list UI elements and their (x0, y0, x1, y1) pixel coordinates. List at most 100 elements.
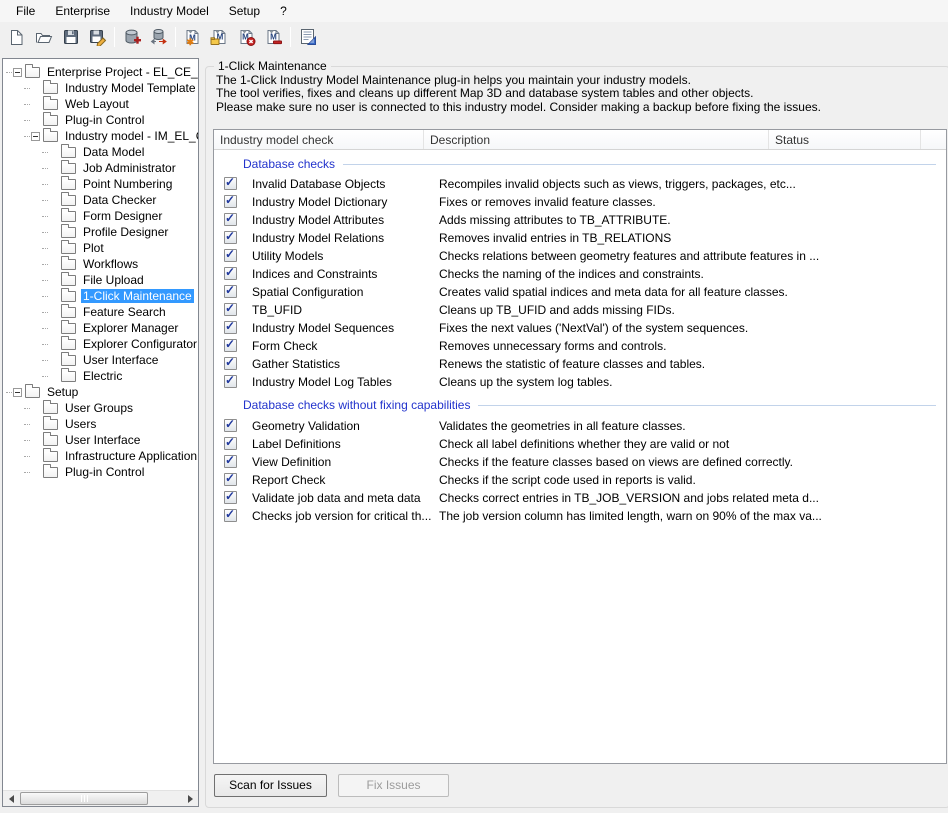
row-checkbox[interactable]: ✓ (224, 491, 237, 504)
column-header-description[interactable]: Description (424, 130, 769, 149)
tree-item[interactable]: User Interface (3, 432, 198, 448)
tree-item[interactable]: 1-Click Maintenance (3, 288, 198, 304)
group-divider-line (478, 405, 936, 406)
table-row[interactable]: ✓ Report Check Checks if the script code… (214, 471, 946, 489)
tree-item[interactable]: Form Designer (3, 208, 198, 224)
scroll-right-icon[interactable] (182, 791, 198, 806)
check-icon: ✓ (225, 417, 235, 431)
folder-icon (61, 355, 76, 366)
tree-item[interactable]: User Groups (3, 400, 198, 416)
tree-item[interactable]: Plug-in Control (3, 112, 198, 128)
row-checkbox[interactable]: ✓ (224, 249, 237, 262)
folder-icon (61, 179, 76, 190)
row-checkbox[interactable]: ✓ (224, 267, 237, 280)
menu-file[interactable]: File (6, 1, 45, 21)
table-row[interactable]: ✓ Utility Models Checks relations betwee… (214, 247, 946, 265)
folder-icon (61, 195, 76, 206)
tree-item[interactable]: Industry model - IM_EL_CE_ (3, 128, 198, 144)
industry-model-open-icon[interactable]: M (207, 25, 232, 50)
table-row[interactable]: ✓ Checks job version for critical th... … (214, 507, 946, 525)
tree-item[interactable]: Data Model (3, 144, 198, 160)
row-checkbox[interactable]: ✓ (224, 195, 237, 208)
scrollbar-thumb[interactable] (20, 792, 148, 805)
tree-item[interactable]: Plug-in Control (3, 464, 198, 480)
save-edit-icon[interactable] (85, 25, 110, 50)
tree-item[interactable]: Users (3, 416, 198, 432)
collapse-icon[interactable] (13, 68, 22, 77)
tree-item[interactable]: Explorer Manager (3, 320, 198, 336)
database-transfer-icon[interactable] (146, 25, 171, 50)
tree-item[interactable]: Infrastructure Application Ext (3, 448, 198, 464)
tree-item[interactable]: Electric (3, 368, 198, 384)
table-row[interactable]: ✓ Industry Model Sequences Fixes the nex… (214, 319, 946, 337)
menu-industry-model[interactable]: Industry Model (120, 1, 219, 21)
tree-item[interactable]: Profile Designer (3, 224, 198, 240)
column-header-check[interactable]: Industry model check (214, 130, 424, 149)
column-header-status[interactable]: Status (769, 130, 921, 149)
row-checkbox[interactable]: ✓ (224, 285, 237, 298)
row-checkbox[interactable]: ✓ (224, 339, 237, 352)
description-line: The tool verifies, fixes and cleans up d… (216, 87, 821, 100)
tree-horizontal-scrollbar[interactable] (3, 790, 198, 806)
row-checkbox[interactable]: ✓ (224, 375, 237, 388)
collapse-icon[interactable] (13, 388, 22, 397)
scroll-left-icon[interactable] (3, 791, 19, 806)
tree-item[interactable]: Enterprise Project - EL_CE_JOB (3, 64, 198, 80)
table-row[interactable]: ✓ Indices and Constraints Checks the nam… (214, 265, 946, 283)
table-row[interactable]: ✓ Geometry Validation Validates the geom… (214, 417, 946, 435)
table-row[interactable]: ✓ Form Check Removes unnecessary forms a… (214, 337, 946, 355)
menu-enterprise[interactable]: Enterprise (45, 1, 120, 21)
check-icon: ✓ (225, 355, 235, 369)
collapse-icon[interactable] (31, 132, 40, 141)
tree-item[interactable]: Data Checker (3, 192, 198, 208)
scan-for-issues-button[interactable]: Scan for Issues (214, 774, 327, 797)
tree-item[interactable]: User Interface (3, 352, 198, 368)
database-add-icon[interactable] (119, 25, 144, 50)
tree-item[interactable]: Explorer Configurator (3, 336, 198, 352)
report-icon[interactable] (295, 25, 320, 50)
row-checkbox[interactable]: ✓ (224, 473, 237, 486)
table-row[interactable]: ✓ Industry Model Relations Removes inval… (214, 229, 946, 247)
industry-model-remove-icon[interactable]: M (261, 25, 286, 50)
table-row[interactable]: ✓ View Definition Checks if the feature … (214, 453, 946, 471)
row-checkbox[interactable]: ✓ (224, 231, 237, 244)
menu-setup[interactable]: Setup (219, 1, 270, 21)
tree-item[interactable]: Job Administrator (3, 160, 198, 176)
row-checkbox[interactable]: ✓ (224, 177, 237, 190)
row-checkbox[interactable]: ✓ (224, 303, 237, 316)
table-row[interactable]: ✓ Label Definitions Check all label defi… (214, 435, 946, 453)
row-checkbox[interactable]: ✓ (224, 455, 237, 468)
tree-item[interactable]: File Upload (3, 272, 198, 288)
table-row[interactable]: ✓ Invalid Database Objects Recompiles in… (214, 175, 946, 193)
industry-model-create-icon[interactable]: M✱ (180, 25, 205, 50)
row-checkbox[interactable]: ✓ (224, 213, 237, 226)
table-row[interactable]: ✓ Industry Model Dictionary Fixes or rem… (214, 193, 946, 211)
tree-item[interactable]: Point Numbering (3, 176, 198, 192)
new-document-icon[interactable] (4, 25, 29, 50)
group-header-database-checks: Database checks (243, 156, 936, 172)
table-row[interactable]: ✓ Validate job data and meta data Checks… (214, 489, 946, 507)
tree-item[interactable]: Feature Search (3, 304, 198, 320)
tree-item[interactable]: Web Layout (3, 96, 198, 112)
check-icon: ✓ (225, 489, 235, 503)
table-row[interactable]: ✓ Industry Model Log Tables Cleans up th… (214, 373, 946, 391)
table-row[interactable]: ✓ Spatial Configuration Creates valid sp… (214, 283, 946, 301)
toolbar-separator (114, 27, 115, 47)
table-row[interactable]: ✓ TB_UFID Cleans up TB_UFID and adds mis… (214, 301, 946, 319)
row-checkbox[interactable]: ✓ (224, 357, 237, 370)
row-checkbox[interactable]: ✓ (224, 509, 237, 522)
tree-item[interactable]: Workflows (3, 256, 198, 272)
tree-item[interactable]: Setup (3, 384, 198, 400)
row-checkbox[interactable]: ✓ (224, 321, 237, 334)
table-row[interactable]: ✓ Gather Statistics Renews the statistic… (214, 355, 946, 373)
table-row[interactable]: ✓ Industry Model Attributes Adds missing… (214, 211, 946, 229)
menu-help[interactable]: ? (270, 1, 297, 21)
open-icon[interactable] (31, 25, 56, 50)
row-checkbox[interactable]: ✓ (224, 419, 237, 432)
tree-item[interactable]: Industry Model Template (3, 80, 198, 96)
row-checkbox[interactable]: ✓ (224, 437, 237, 450)
industry-model-delete-icon[interactable]: M (234, 25, 259, 50)
fix-issues-button[interactable]: Fix Issues (338, 774, 449, 797)
tree-item[interactable]: Plot (3, 240, 198, 256)
save-icon[interactable] (58, 25, 83, 50)
